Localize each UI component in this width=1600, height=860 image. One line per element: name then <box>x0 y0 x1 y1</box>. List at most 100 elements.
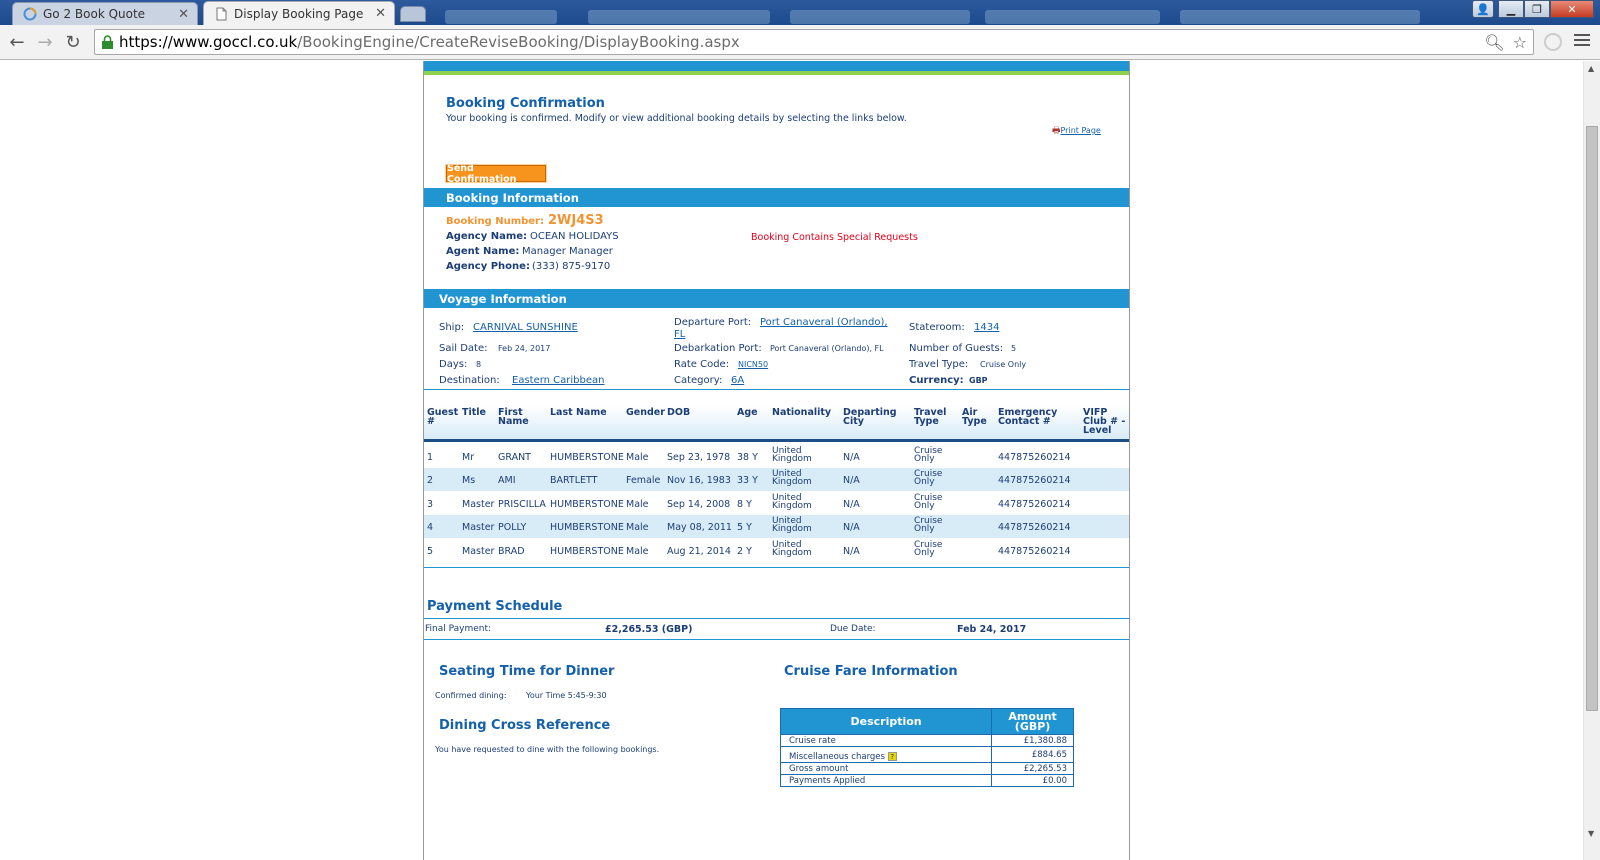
departure-port-link[interactable]: Port Canaveral (Orlando), <box>760 317 888 328</box>
blurred-region <box>445 10 557 24</box>
confirmed-dining-time: Your Time 5:45-9:30 <box>526 691 607 700</box>
category-link[interactable]: 6A <box>731 375 744 386</box>
table-row: Payments Applied £0.00 <box>779 774 1074 787</box>
payment-divider-top <box>424 618 1129 619</box>
forward-arrow-icon[interactable]: → <box>34 31 56 53</box>
rate-code-link[interactable]: NICN50 <box>738 360 768 369</box>
due-date: Feb 24, 2017 <box>957 624 1027 635</box>
scroll-thumb[interactable] <box>1586 126 1598 711</box>
col-departing-city: Departing City <box>843 407 897 427</box>
travel-type-value: Cruise Only <box>980 360 1027 369</box>
sail-date: Feb 24, 2017 <box>498 344 551 353</box>
ship-link[interactable]: CARNIVAL SUNSHINE <box>473 322 578 333</box>
window-titlebar: Go 2 Book Quote ✕ Display Booking Page ✕… <box>0 0 1600 25</box>
col-gender: Gender <box>626 407 665 418</box>
send-confirmation-button[interactable]: Send Confirmation <box>445 163 547 185</box>
col-age: Age <box>737 407 758 418</box>
header-accent <box>424 71 1129 75</box>
url-host: https://www.goccl.co.uk <box>119 33 298 51</box>
table-row: 3 Master PRISCILLA HUMBERSTONE Male Sep … <box>427 493 1071 511</box>
menu-icon[interactable] <box>1574 34 1590 49</box>
vertical-scrollbar[interactable]: ▲ ▼ <box>1583 61 1600 860</box>
travel-type-label: Travel Type: <box>909 359 969 370</box>
col-air-type: Air Type <box>962 407 987 427</box>
scroll-down-icon[interactable]: ▼ <box>1588 829 1594 838</box>
category-label: Category: <box>674 375 723 386</box>
ship-label: Ship: <box>439 322 465 333</box>
print-page-link[interactable]: 🖶Print Page <box>1052 123 1101 139</box>
page-title: Booking Confirmation <box>446 96 605 111</box>
col-last-name: Last Name <box>550 407 607 418</box>
help-icon[interactable]: ? <box>887 751 897 761</box>
days-label: Days: <box>439 359 468 370</box>
cruise-fare-title: Cruise Fare Information <box>784 664 958 679</box>
final-payment-amount: £2,265.53 (GBP) <box>605 624 693 635</box>
printer-icon: 🖶 <box>1052 126 1061 136</box>
agency-phone: (333) 875-9170 <box>532 261 611 272</box>
due-date-label: Due Date: <box>830 624 876 634</box>
header-bar <box>424 61 1129 71</box>
fare-table: Description Amount (GBP) Cruise rate £1,38… <box>779 708 1074 787</box>
payment-divider-bottom <box>424 639 1129 640</box>
booking-page: Booking Confirmation Your booking is con… <box>423 61 1130 860</box>
booking-number: 2WJ4S3 <box>548 213 604 228</box>
col-guest: Guest # <box>427 407 459 427</box>
col-nationality: Nationality <box>772 407 832 418</box>
rate-code-label: Rate Code: <box>674 359 730 370</box>
scroll-up-icon[interactable]: ▲ <box>1588 64 1594 73</box>
debarkation-port: Port Canaveral (Orlando), FL <box>770 344 884 353</box>
window-close-button[interactable]: ✕ <box>1550 0 1594 18</box>
col-travel-type: Travel Type <box>914 407 947 427</box>
dining-cross-ref-text: You have requested to dine with the foll… <box>435 745 660 754</box>
zoom-icon[interactable]: 🔍︎ <box>1484 33 1504 52</box>
blurred-region <box>1180 10 1420 24</box>
table-row: 2 Ms AMI BARTLETT Female Nov 16, 1983 33… <box>424 468 1129 491</box>
tab-close-icon[interactable]: ✕ <box>178 7 189 22</box>
guests-value: 5 <box>1011 344 1017 353</box>
back-arrow-icon[interactable]: ← <box>6 31 28 53</box>
col-dob: DOB <box>667 407 691 418</box>
tab-title: Go 2 Book Quote <box>43 7 146 21</box>
blurred-region <box>985 10 1160 24</box>
bookmark-star-icon[interactable]: ☆ <box>1513 33 1527 52</box>
dining-cross-ref-title: Dining Cross Reference <box>439 718 611 733</box>
fare-col-description: Description <box>779 708 993 735</box>
fare-col-amount: Amount (GBP) <box>991 708 1074 735</box>
agent-name-label: Agent Name: <box>446 246 520 257</box>
voyage-info-header: Voyage Information <box>424 289 1129 308</box>
voyage-divider <box>424 389 1129 390</box>
table-row: 4 Master POLLY HUMBERSTONE Male May 08, … <box>424 515 1129 538</box>
tab-title: Display Booking Page <box>234 6 364 21</box>
address-bar[interactable]: https://www.goccl.co.uk/BookingEngine/Cr… <box>94 29 1534 55</box>
destination-link[interactable]: Eastern Caribbean <box>512 375 605 386</box>
booking-info-header: Booking Information <box>424 188 1129 207</box>
departure-port-label: Departure Port: <box>674 317 752 328</box>
departure-port-link-cont[interactable]: FL <box>674 329 685 340</box>
url-path: /BookingEngine/CreateReviseBooking/Displ… <box>297 33 740 51</box>
confirmed-dining-label: Confirmed dining: <box>435 691 507 700</box>
tab-go2book-quote[interactable]: Go 2 Book Quote ✕ <box>12 2 198 25</box>
col-first-name: First Name <box>498 407 529 427</box>
table-row: Miscellaneous charges ? £884.65 <box>779 746 1074 763</box>
stateroom-link[interactable]: 1434 <box>974 322 999 333</box>
new-tab-button[interactable] <box>400 6 426 22</box>
sail-date-label: Sail Date: <box>439 343 488 354</box>
guests-label: Number of Guests: <box>909 343 1004 354</box>
user-icon[interactable]: 👤 <box>1472 0 1494 18</box>
maximize-button[interactable]: ❐ <box>1524 0 1550 18</box>
page-icon <box>216 7 227 20</box>
destination-label: Destination: <box>439 375 500 386</box>
tab-close-icon[interactable]: ✕ <box>375 6 386 21</box>
agency-name: OCEAN HOLIDAYS <box>530 231 619 242</box>
tab-display-booking[interactable]: Display Booking Page ✕ <box>203 1 395 25</box>
minimize-button[interactable]: ▁ <box>1498 0 1524 18</box>
agent-name: Manager Manager <box>522 246 613 257</box>
confirmation-message: Your booking is confirmed. Modify or vie… <box>446 113 907 124</box>
agency-phone-label: Agency Phone: <box>446 261 530 272</box>
table-row: 5 Master BRAD HUMBERSTONE Male Aug 21, 2… <box>427 540 1071 558</box>
reload-icon[interactable]: ↻ <box>62 31 84 53</box>
page-viewport: ▲ ▼ Booking Confirmation Your booking is… <box>0 61 1600 860</box>
guest-table-header: Guest # Title First Name Last Name Gender … <box>424 406 1129 442</box>
agency-name-label: Agency Name: <box>446 231 528 242</box>
extension-icon[interactable] <box>1544 33 1562 51</box>
